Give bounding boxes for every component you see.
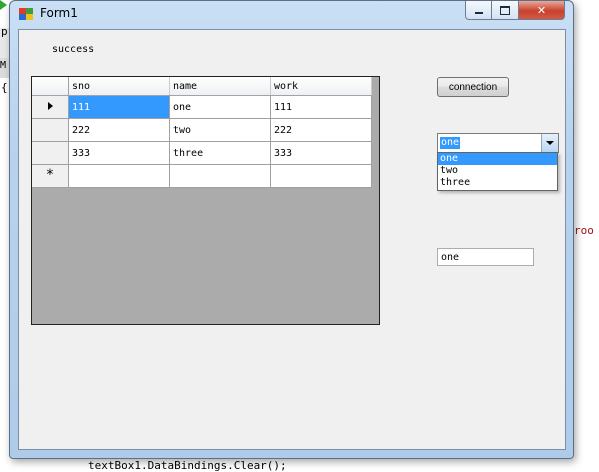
combo-box[interactable]: one xyxy=(437,133,559,153)
grid-cell[interactable]: 111 xyxy=(68,95,170,119)
combo-dropdown-list: one two three xyxy=(437,152,558,191)
table-row: 222 two 222 xyxy=(32,118,372,142)
table-row: 111 one 111 xyxy=(32,95,372,119)
maximize-icon xyxy=(500,5,510,15)
grid-cell-new[interactable] xyxy=(169,164,271,188)
grid-cell[interactable]: one xyxy=(169,95,271,119)
row-header[interactable] xyxy=(32,118,69,142)
app-icon xyxy=(19,8,33,20)
grid-cell[interactable]: three xyxy=(169,141,271,165)
dropdown-option-three[interactable]: three xyxy=(438,177,557,189)
current-row-arrow-icon xyxy=(47,101,53,110)
combo-dropdown-button[interactable] xyxy=(541,134,558,152)
status-label: success xyxy=(52,44,95,55)
chevron-down-icon xyxy=(546,141,554,145)
text-box[interactable] xyxy=(437,248,534,266)
grid-cell[interactable]: 222 xyxy=(68,118,170,142)
run-icon xyxy=(0,0,7,10)
grid-cell[interactable]: 111 xyxy=(270,95,372,119)
dropdown-option-one[interactable]: one xyxy=(438,153,557,165)
background-code-fragment: roo xyxy=(574,224,594,237)
grid-corner-header[interactable] xyxy=(32,77,69,96)
dropdown-option-two[interactable]: two xyxy=(438,165,557,177)
minimize-button[interactable] xyxy=(465,1,492,20)
grid-cell-new[interactable] xyxy=(270,164,372,188)
table-row: 333 three 333 xyxy=(32,141,372,165)
grid-cell[interactable]: 222 xyxy=(270,118,372,142)
grid-cell[interactable]: 333 xyxy=(270,141,372,165)
column-header-sno[interactable]: sno xyxy=(68,77,170,96)
background-code-fragment: p xyxy=(1,25,8,38)
background-code-line: textBox1.DataBindings.Clear(); xyxy=(88,459,287,472)
row-header[interactable] xyxy=(32,141,69,165)
window-title: Form1 xyxy=(40,6,78,20)
minimize-icon xyxy=(474,12,483,14)
close-icon: ✕ xyxy=(536,3,547,17)
grid-table: sno name work 111 one 111 222 two 222 33… xyxy=(32,77,372,188)
form1-window: Form1 ✕ success sno name work 111 one 11… xyxy=(9,0,574,459)
background-code-fragment: { xyxy=(1,81,8,94)
new-row-asterisk-icon: * xyxy=(45,167,55,183)
grid-cell-new[interactable] xyxy=(68,164,170,188)
grid-cell[interactable]: two xyxy=(169,118,271,142)
row-header-new[interactable]: * xyxy=(32,164,69,188)
form-client-area: success sno name work 111 one 111 222 tw… xyxy=(18,29,566,450)
grid-header-row: sno name work xyxy=(32,77,372,96)
row-header-current[interactable] xyxy=(32,95,69,119)
column-header-name[interactable]: name xyxy=(169,77,271,96)
grid-cell[interactable]: 333 xyxy=(68,141,170,165)
background-code-fragment: M xyxy=(0,60,7,71)
maximize-button[interactable] xyxy=(491,1,519,20)
close-button[interactable]: ✕ xyxy=(518,1,565,20)
column-header-work[interactable]: work xyxy=(270,77,372,96)
combo-selected-value: one xyxy=(440,137,461,149)
data-grid-view[interactable]: sno name work 111 one 111 222 two 222 33… xyxy=(31,76,380,325)
new-row: * xyxy=(32,164,372,188)
connection-button[interactable]: connection xyxy=(437,77,509,97)
